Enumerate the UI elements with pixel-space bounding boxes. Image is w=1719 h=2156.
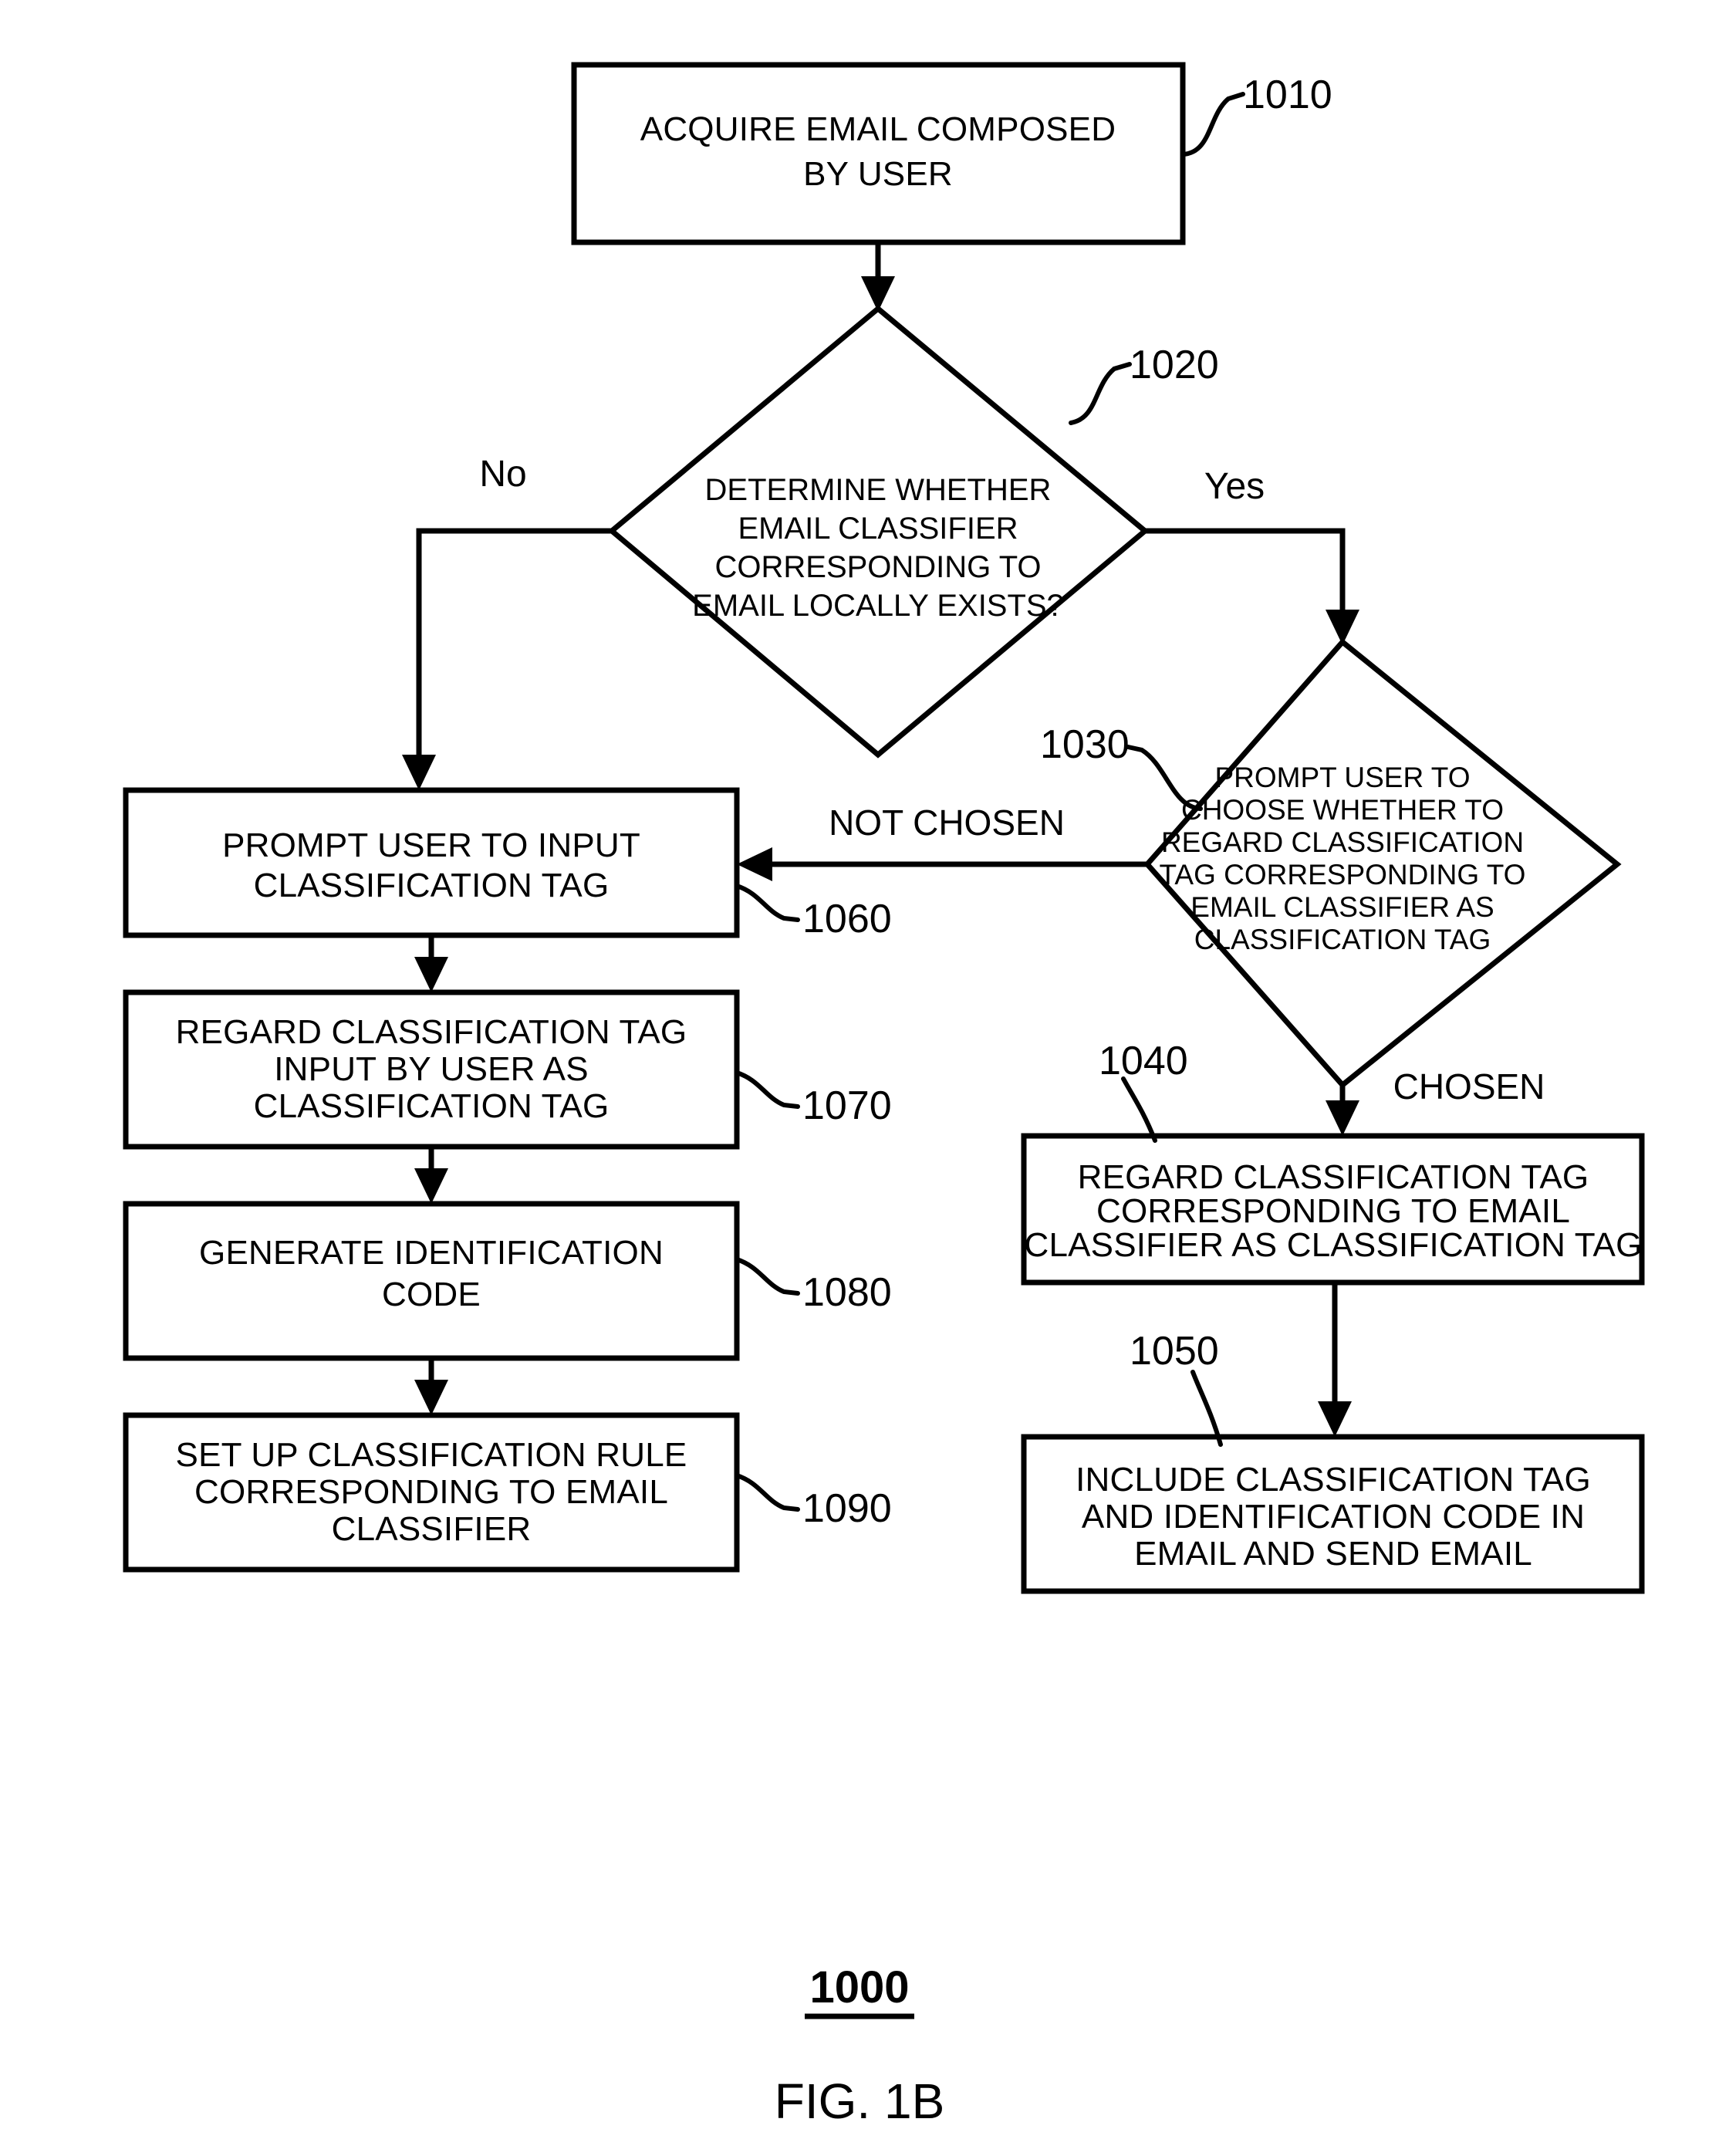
node-1030-line-1: PROMPT USER TO	[1214, 762, 1470, 793]
ref-number-1090: 1090	[802, 1486, 892, 1531]
connector-1080-to-1090	[414, 1358, 448, 1415]
ref-number-1050: 1050	[1130, 1329, 1219, 1374]
leader-line-1090	[735, 1473, 800, 1512]
node-1070-line-1: REGARD CLASSIFICATION TAG	[176, 1013, 687, 1051]
node-1070[interactable]: REGARD CLASSIFICATION TAG INPUT BY USER …	[123, 989, 892, 1150]
arrowhead-down-icon	[1326, 1100, 1359, 1136]
leader-line-1080	[735, 1257, 800, 1296]
node-1050-line-3: EMAIL AND SEND EMAIL	[1134, 1535, 1532, 1573]
edge-label-chosen: CHOSEN	[1393, 1066, 1545, 1107]
node-1090-line-2: CORRESPONDING TO EMAIL	[194, 1473, 668, 1511]
arrowhead-down-icon	[414, 1380, 448, 1415]
node-1010-line-1: ACQUIRE EMAIL COMPOSED	[640, 110, 1116, 148]
figure-number: 1000	[809, 1962, 909, 2012]
node-1040-line-1: REGARD CLASSIFICATION TAG	[1078, 1158, 1589, 1196]
ref-number-1030: 1030	[1040, 722, 1130, 767]
leader-line-1050	[1190, 1370, 1223, 1447]
connector-1020-to-1030-yes: Yes	[1145, 466, 1359, 645]
node-1010-line-2: BY USER	[803, 155, 953, 193]
connector-1030-to-1060-not-chosen: NOT CHOSEN	[737, 803, 1147, 881]
figure-caption: FIG. 1B	[775, 2073, 945, 2129]
leader-line-1060	[735, 884, 800, 922]
connector-1010-to-1020	[861, 242, 895, 312]
ref-number-1010: 1010	[1243, 73, 1332, 117]
figure-footer: 1000 FIG. 1B	[775, 1962, 945, 2129]
ref-number-1060: 1060	[802, 897, 892, 941]
connector-line	[1145, 528, 1346, 617]
arrowhead-down-icon	[1318, 1401, 1352, 1437]
edge-label-no: No	[479, 454, 526, 495]
node-1030-line-3: REGARD CLASSIFICATION	[1161, 826, 1524, 858]
connector-1070-to-1080	[414, 1147, 448, 1204]
node-1070-line-3: CLASSIFICATION TAG	[254, 1087, 610, 1125]
node-1080-line-1: GENERATE IDENTIFICATION	[199, 1234, 664, 1272]
arrowhead-down-icon	[414, 1168, 448, 1204]
node-1030-line-4: TAG CORRESPONDING TO	[1160, 859, 1526, 890]
node-1070-line-2: INPUT BY USER AS	[274, 1050, 589, 1088]
connector-1020-to-1060-no: No	[402, 454, 612, 790]
node-1090[interactable]: SET UP CLASSIFICATION RULE CORRESPONDING…	[123, 1412, 892, 1573]
leader-line-1010	[1180, 92, 1245, 157]
node-1010[interactable]: ACQUIRE EMAIL COMPOSED BY USER 1010	[571, 62, 1332, 245]
arrowhead-down-icon	[414, 957, 448, 992]
node-1080-line-2: CODE	[382, 1276, 481, 1313]
node-1030-line-6: CLASSIFICATION TAG	[1194, 924, 1491, 955]
leader-line-1020	[1069, 362, 1132, 425]
connector-1060-to-1070	[414, 935, 448, 992]
connector-1030-to-1040-chosen: CHOSEN	[1326, 1066, 1545, 1136]
node-1090-line-3: CLASSIFIER	[332, 1510, 532, 1548]
node-1060-line-2: CLASSIFICATION TAG	[254, 867, 610, 904]
node-1020-line-2: EMAIL CLASSIFIER	[738, 512, 1018, 546]
node-1030-line-2: CHOOSE WHETHER TO	[1181, 794, 1504, 826]
node-1020-line-4: EMAIL LOCALLY EXISTS?	[692, 589, 1064, 623]
node-1080[interactable]: GENERATE IDENTIFICATION CODE 1080	[123, 1201, 892, 1361]
ref-number-1070: 1070	[802, 1083, 892, 1128]
ref-number-1080: 1080	[802, 1270, 892, 1315]
node-1060-line-1: PROMPT USER TO INPUT	[222, 826, 640, 864]
process-box-1010[interactable]	[571, 62, 1186, 245]
arrowhead-left-icon	[737, 847, 772, 881]
node-1030-line-5: EMAIL CLASSIFIER AS	[1190, 891, 1494, 923]
ref-number-1040: 1040	[1099, 1039, 1188, 1083]
arrowhead-down-icon	[402, 755, 436, 790]
edge-label-yes: Yes	[1204, 466, 1265, 507]
leader-line-1040	[1121, 1076, 1157, 1143]
node-1020[interactable]: DETERMINE WHETHER EMAIL CLASSIFIER CORRE…	[607, 305, 1219, 759]
edge-label-not-chosen: NOT CHOSEN	[829, 803, 1065, 843]
node-1090-line-1: SET UP CLASSIFICATION RULE	[176, 1436, 687, 1474]
leader-line-1070	[735, 1070, 800, 1109]
ref-number-1020: 1020	[1130, 343, 1219, 387]
node-1040-line-3: CLASSIFIER AS CLASSIFICATION TAG	[1024, 1226, 1642, 1264]
connector-1040-to-1050	[1318, 1282, 1352, 1437]
node-1020-line-1: DETERMINE WHETHER	[705, 473, 1052, 507]
node-1050-line-1: INCLUDE CLASSIFICATION TAG	[1076, 1461, 1591, 1499]
figure-page: ACQUIRE EMAIL COMPOSED BY USER 1010 DETE…	[0, 0, 1719, 2156]
node-1020-line-3: CORRESPONDING TO	[714, 550, 1041, 584]
node-1050-line-2: AND IDENTIFICATION CODE IN	[1082, 1498, 1585, 1536]
flowchart-canvas: ACQUIRE EMAIL COMPOSED BY USER 1010 DETE…	[123, 62, 1645, 2129]
node-1040-line-2: CORRESPONDING TO EMAIL	[1096, 1192, 1570, 1230]
connector-line	[416, 528, 612, 764]
